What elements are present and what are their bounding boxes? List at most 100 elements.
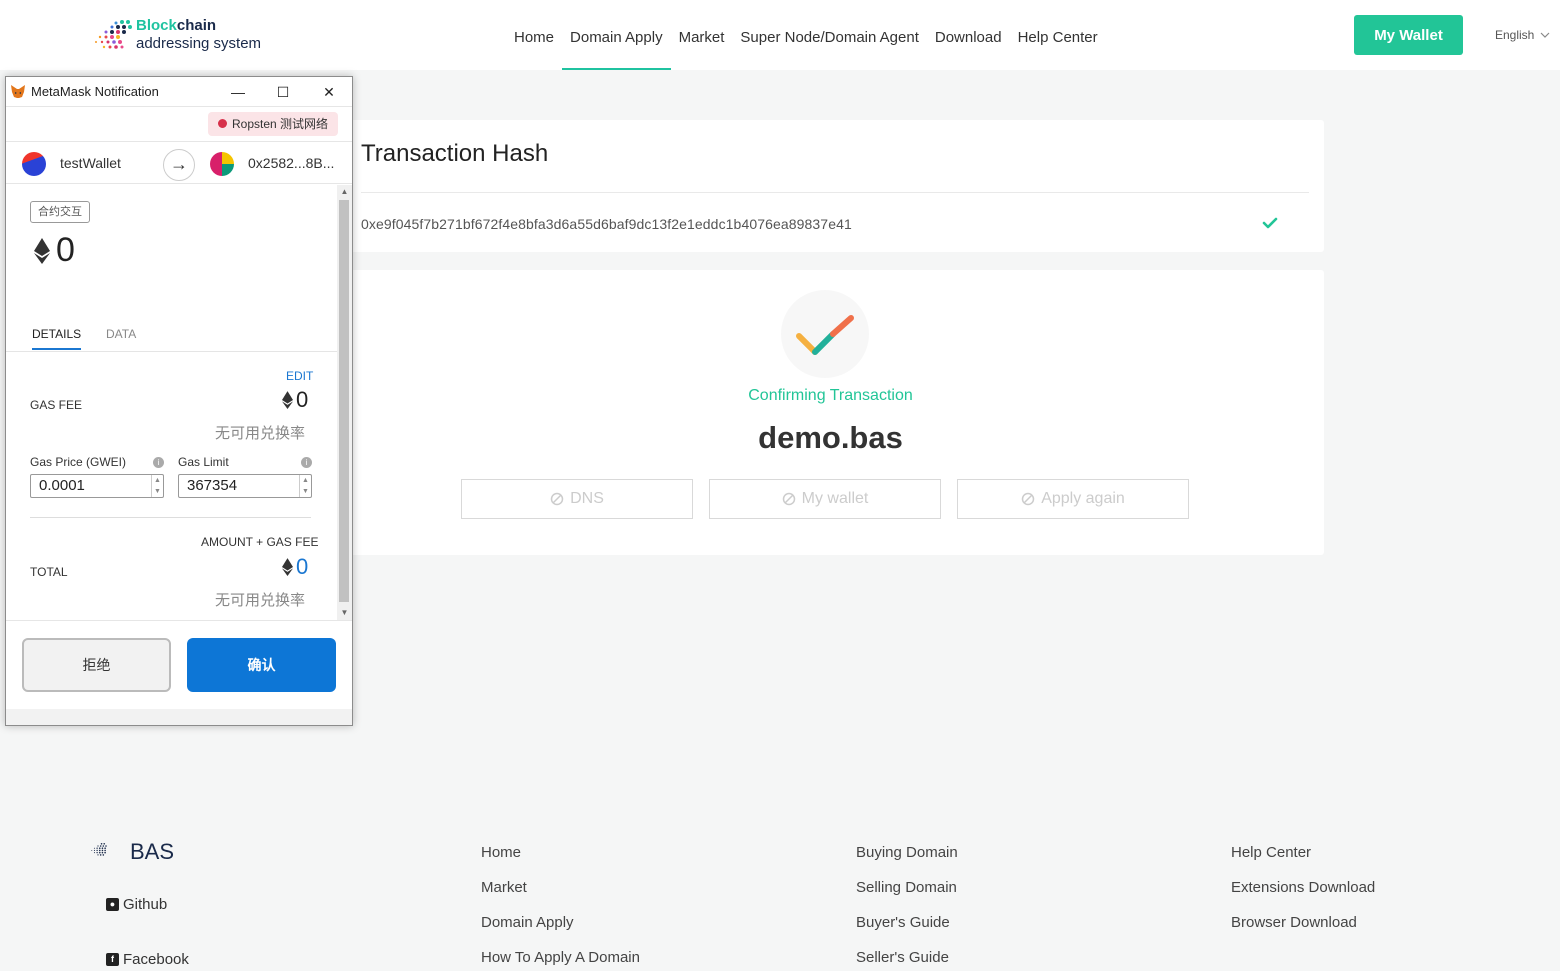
eth-icon bbox=[282, 391, 293, 409]
window-bottom-bar bbox=[6, 709, 352, 725]
my-wallet-button-label: My wallet bbox=[801, 490, 869, 507]
logo-line2: addressing system bbox=[136, 35, 262, 52]
arrow-right-icon: → bbox=[163, 149, 195, 181]
nav-home[interactable]: Home bbox=[506, 0, 562, 70]
nav-download[interactable]: Download bbox=[927, 0, 1010, 70]
scrollbar[interactable]: ▲ ▼ bbox=[337, 185, 352, 620]
logo-accent-text: Block bbox=[136, 17, 177, 34]
my-wallet-button[interactable]: My Wallet bbox=[1354, 15, 1463, 55]
eth-icon bbox=[34, 237, 50, 264]
apply-again-button-label: Apply again bbox=[1041, 490, 1125, 507]
gas-price-input[interactable]: 0.0001 ▲ ▼ bbox=[30, 474, 164, 498]
footer-link-how-to-apply[interactable]: How To Apply A Domain bbox=[481, 949, 640, 966]
action-footer: 拒绝 确认 bbox=[6, 620, 352, 720]
footer-link-help-center[interactable]: Help Center bbox=[1231, 844, 1311, 861]
site-header: Blockchain addressing system Home Domain… bbox=[0, 0, 1560, 70]
facebook-icon: f bbox=[106, 953, 119, 966]
footer-link-selling-domain[interactable]: Selling Domain bbox=[856, 879, 957, 896]
confirming-status: Confirming Transaction bbox=[748, 387, 913, 404]
edit-gas-link[interactable]: EDIT bbox=[286, 369, 313, 383]
total-value: 0 bbox=[282, 554, 308, 580]
footer-link-domain-apply[interactable]: Domain Apply bbox=[481, 914, 574, 931]
nav-market[interactable]: Market bbox=[671, 0, 733, 70]
dns-button[interactable]: DNS bbox=[461, 479, 693, 519]
nav-super-node[interactable]: Super Node/Domain Agent bbox=[732, 0, 926, 70]
domain-name: demo.bas bbox=[758, 420, 903, 455]
confirm-details-body: 合约交互 0 DETAILS DATA EDIT GAS FEE 0 无可用兑换… bbox=[6, 185, 337, 620]
confirming-spinner bbox=[781, 290, 869, 378]
divider bbox=[361, 192, 1309, 193]
details-tabs: DETAILS DATA bbox=[6, 319, 337, 352]
contract-interaction-tag: 合约交互 bbox=[30, 201, 90, 223]
total-amount: 0 bbox=[296, 554, 309, 579]
confirmation-card: Confirming Transaction demo.bas DNS My w… bbox=[337, 270, 1324, 555]
apply-again-button[interactable]: Apply again bbox=[957, 479, 1189, 519]
close-icon[interactable]: ✕ bbox=[318, 81, 340, 103]
maximize-icon[interactable]: ☐ bbox=[272, 81, 294, 103]
minimize-icon[interactable]: — bbox=[227, 81, 249, 103]
total-rate: 无可用兑换率 bbox=[215, 592, 306, 609]
gas-fee-value: 0 bbox=[282, 387, 308, 413]
amount-value: 0 bbox=[56, 231, 75, 269]
gas-price-stepper[interactable]: ▲ ▼ bbox=[151, 475, 163, 497]
ban-icon bbox=[1021, 492, 1035, 506]
network-badge[interactable]: Ropsten 测试网络 bbox=[208, 112, 339, 136]
metamask-notification-window: MetaMask Notification — ☐ ✕ Ropsten 测试网络… bbox=[5, 76, 353, 726]
logo-rest-text: chain bbox=[176, 17, 217, 34]
language-label: English bbox=[1495, 28, 1535, 42]
scroll-up-icon[interactable]: ▲ bbox=[337, 185, 352, 199]
gas-limit-label: Gas Limit bbox=[178, 455, 229, 469]
gas-limit-input[interactable]: 367354 ▲ ▼ bbox=[178, 474, 312, 498]
footer-link-home[interactable]: Home bbox=[481, 844, 521, 861]
facebook-label: Facebook bbox=[123, 951, 189, 968]
footer-link-browser-download[interactable]: Browser Download bbox=[1231, 914, 1357, 931]
transaction-hash-value[interactable]: 0xe9f045f7b271bf672f4e8bfa3d6a55d6baf9dc… bbox=[361, 216, 852, 232]
divider bbox=[30, 517, 311, 518]
github-link[interactable]: ● Github bbox=[106, 896, 167, 913]
transaction-hash-card: Transaction Hash 0xe9f045f7b271bf672f4e8… bbox=[337, 120, 1324, 252]
footer-link-buying-domain[interactable]: Buying Domain bbox=[856, 844, 958, 861]
gas-price-value: 0.0001 bbox=[39, 477, 85, 494]
github-label: Github bbox=[123, 896, 168, 913]
scroll-thumb[interactable] bbox=[339, 200, 349, 602]
footer-link-extensions-download[interactable]: Extensions Download bbox=[1231, 879, 1375, 896]
confirm-button[interactable]: 确认 bbox=[187, 638, 336, 692]
tab-data[interactable]: DATA bbox=[106, 327, 136, 341]
footer-link-market[interactable]: Market bbox=[481, 879, 527, 896]
tab-details[interactable]: DETAILS bbox=[32, 327, 82, 350]
transaction-amount: 0 bbox=[34, 231, 75, 270]
footer-link-buyers-guide[interactable]: Buyer's Guide bbox=[856, 914, 950, 931]
total-label: TOTAL bbox=[30, 565, 68, 579]
scroll-down-icon[interactable]: ▼ bbox=[337, 606, 352, 620]
footer-link-sellers-guide[interactable]: Seller's Guide bbox=[856, 949, 949, 966]
from-account-avatar bbox=[22, 152, 46, 176]
gas-price-label: Gas Price (GWEI) bbox=[30, 455, 127, 469]
amount-gas-fee-label: AMOUNT + GAS FEE bbox=[201, 535, 319, 549]
window-titlebar[interactable]: MetaMask Notification — ☐ ✕ bbox=[6, 77, 352, 107]
logo-line1: Blockchain bbox=[136, 17, 216, 34]
info-icon[interactable]: i bbox=[153, 457, 164, 468]
chevron-down-icon bbox=[1540, 32, 1550, 38]
ban-icon bbox=[550, 492, 564, 506]
gas-limit-stepper[interactable]: ▲ ▼ bbox=[299, 475, 311, 497]
transaction-hash-title: Transaction Hash bbox=[361, 140, 549, 167]
from-account-name: testWallet bbox=[60, 155, 121, 171]
my-wallet-disabled-button[interactable]: My wallet bbox=[709, 479, 941, 519]
eth-icon bbox=[282, 558, 293, 576]
info-icon[interactable]: i bbox=[301, 457, 312, 468]
gas-fee-label: GAS FEE bbox=[30, 398, 83, 412]
to-account-avatar bbox=[210, 152, 234, 176]
facebook-link[interactable]: f Facebook bbox=[106, 951, 189, 968]
gas-fee-rate: 无可用兑换率 bbox=[215, 425, 306, 442]
logo-dots-icon bbox=[95, 20, 132, 49]
language-selector[interactable]: English bbox=[1495, 28, 1550, 42]
gas-fee-amount: 0 bbox=[296, 387, 309, 412]
site-logo[interactable]: Blockchain addressing system bbox=[92, 16, 282, 56]
footer-logo-icon bbox=[91, 842, 107, 856]
window-title: MetaMask Notification bbox=[31, 84, 159, 99]
account-row: testWallet → 0x2582...8B... bbox=[6, 141, 352, 184]
reject-button[interactable]: 拒绝 bbox=[22, 638, 171, 692]
footer-brand: BAS bbox=[130, 839, 175, 864]
nav-help-center[interactable]: Help Center bbox=[1010, 0, 1106, 70]
nav-domain-apply[interactable]: Domain Apply bbox=[562, 0, 671, 70]
